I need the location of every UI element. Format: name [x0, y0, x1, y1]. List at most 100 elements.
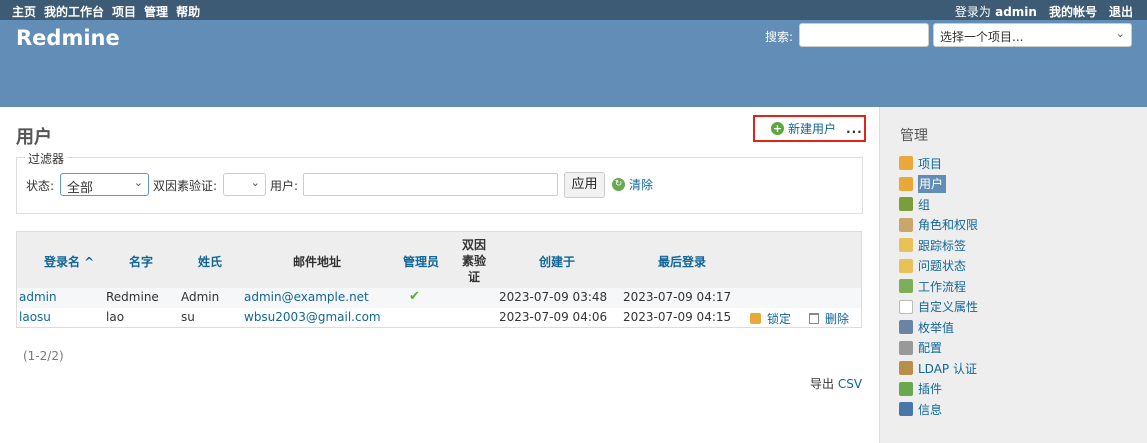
sidebar-item: 组: [899, 194, 978, 215]
user-lastname: Admin: [181, 290, 220, 304]
column-admin[interactable]: 管理员: [403, 253, 439, 270]
user-last-login: 2023-07-09 04:15: [623, 310, 732, 324]
admin-check-icon: ✔: [409, 289, 420, 304]
sidebar-item-link[interactable]: 信息: [918, 401, 942, 418]
search-input[interactable]: [799, 23, 929, 47]
pagination-info: (1-2/2): [23, 349, 64, 363]
user-created: 2023-07-09 04:06: [499, 310, 608, 324]
main-content: 用户 + 新建用户 ... 过滤器 状态: 全部 ⌄ 双因素验证: ⌄ 用户: …: [0, 107, 879, 443]
user-created: 2023-07-09 03:48: [499, 290, 608, 304]
logout-link[interactable]: 退出: [1109, 3, 1133, 20]
user-firstname: lao: [106, 310, 125, 324]
app-title[interactable]: Redmine: [16, 26, 120, 50]
custom-fields-icon: [899, 299, 913, 314]
user-filter-label: 用户:: [270, 179, 299, 193]
clear-filters-link[interactable]: ↻ 清除: [612, 176, 653, 193]
table-row: admin Redmine Admin admin@example.net ✔ …: [17, 288, 861, 308]
chevron-down-icon: ⌄: [133, 176, 143, 189]
apply-button[interactable]: 应用: [564, 172, 605, 198]
project-jump-select[interactable]: 选择一个项目... ⌄: [933, 23, 1132, 47]
sidebar-item: 自定义属性: [899, 297, 978, 318]
user-firstname: Redmine: [106, 290, 159, 304]
sidebar-item-link[interactable]: 配置: [918, 339, 942, 356]
sidebar-item-link[interactable]: 用户: [918, 174, 947, 193]
user-mail-link[interactable]: wbsu2003@gmail.com: [244, 310, 381, 324]
sidebar-item: 工作流程: [899, 276, 978, 297]
delete-user-link[interactable]: 删除: [809, 310, 849, 327]
top-menu-administration[interactable]: 管理: [144, 3, 168, 20]
filters-fieldset: 过滤器 状态: 全部 ⌄ 双因素验证: ⌄ 用户: 应用 ↻ 清除: [16, 150, 863, 214]
workflow-icon: [899, 279, 913, 294]
plugins-icon: [899, 381, 913, 396]
user-filter-input[interactable]: [303, 173, 558, 196]
sidebar-item: 项目: [899, 153, 978, 174]
top-menu-home[interactable]: 主页: [12, 3, 36, 20]
column-last-login[interactable]: 最后登录: [658, 253, 706, 270]
sidebar-item-link[interactable]: 枚举值: [918, 319, 954, 336]
export-csv-link[interactable]: CSV: [838, 377, 862, 391]
sidebar-item: 问题状态: [899, 256, 978, 277]
reload-icon: ↻: [612, 178, 625, 191]
project-select-value: 选择一个项目...: [940, 30, 1024, 44]
chevron-down-icon: ⌄: [1115, 27, 1125, 40]
header: Redmine 搜索: 选择一个项目... ⌄: [0, 20, 1147, 107]
sidebar-item: 角色和权限: [899, 215, 978, 236]
lock-user-link[interactable]: 锁定: [750, 310, 791, 327]
export-label: 导出: [810, 377, 835, 391]
logged-as: 登录为 admin: [955, 3, 1037, 20]
column-twofa: 双因素验证: [461, 238, 486, 284]
ldap-icon: [899, 361, 913, 376]
users-table-header: 登录名 ^ 名字 姓氏 邮件地址 管理员 双因素验证 创建于 最后登录: [17, 232, 861, 288]
user-lastname: su: [181, 310, 195, 324]
top-menu: 主页 我的工作台 项目 管理 帮助 登录为 admin 我的帐号 退出: [0, 0, 1147, 20]
table-row: laosu lao su wbsu2003@gmail.com 2023-07-…: [17, 308, 861, 328]
logged-as-label: 登录为: [954, 5, 991, 19]
sidebar-item: 配置: [899, 338, 978, 359]
status-filter-label: 状态:: [26, 179, 55, 193]
more-actions-button[interactable]: ...: [846, 122, 863, 136]
clear-filters-label: 清除: [629, 178, 654, 192]
logged-user-link[interactable]: admin: [995, 5, 1037, 19]
user-last-login: 2023-07-09 04:17: [623, 290, 732, 304]
top-menu-projects[interactable]: 项目: [112, 3, 136, 20]
column-firstname[interactable]: 名字: [129, 253, 153, 270]
account-menu: 登录为 admin 我的帐号 退出: [955, 3, 1133, 20]
user-mail-link[interactable]: admin@example.net: [244, 290, 369, 304]
sidebar-item-link[interactable]: 工作流程: [918, 278, 966, 295]
status-filter-select[interactable]: 全部 ⌄: [60, 173, 149, 196]
sidebar-item-link[interactable]: LDAP 认证: [918, 360, 977, 377]
sidebar-item-link[interactable]: 跟踪标签: [918, 237, 966, 254]
export-links: 导出 CSV: [810, 375, 862, 392]
users-table: 登录名 ^ 名字 姓氏 邮件地址 管理员 双因素验证 创建于 最后登录 admi…: [16, 231, 862, 328]
sidebar-item-link[interactable]: 插件: [918, 380, 942, 397]
sidebar-item-link[interactable]: 项目: [918, 155, 942, 172]
sidebar-item-link[interactable]: 问题状态: [918, 257, 966, 274]
sidebar: 管理 项目 用户组角色和权限 跟踪标签 问题状态 工作流程 自定义属性 枚举值 配置 LDAP …: [879, 107, 1147, 443]
twofa-filter-select[interactable]: ⌄: [223, 173, 266, 196]
sidebar-item: 用户: [899, 174, 978, 195]
column-created[interactable]: 创建于: [539, 253, 575, 270]
user-icon: [899, 176, 913, 191]
column-lastname[interactable]: 姓氏: [198, 253, 222, 270]
sidebar-item: LDAP 认证: [899, 358, 978, 379]
info-icon: [899, 402, 913, 417]
enumerations-icon: [899, 320, 913, 335]
sidebar-item-link[interactable]: 组: [918, 196, 930, 213]
sidebar-item-link[interactable]: 角色和权限: [918, 216, 978, 233]
my-account-link[interactable]: 我的帐号: [1049, 3, 1097, 20]
projects-icon: [899, 156, 913, 171]
lock-user-label: 锁定: [767, 312, 792, 326]
top-menu-my-page[interactable]: 我的工作台: [44, 3, 104, 20]
admin-menu: 项目用户组角色和权限跟踪标签问题状态工作流程自定义属性枚举值配置 LDAP 认证插…: [899, 153, 978, 420]
column-login[interactable]: 登录名 ^: [44, 253, 94, 270]
status-filter-value: 全部: [67, 181, 94, 196]
sidebar-item: 信息: [899, 399, 978, 420]
user-login-link[interactable]: laosu: [19, 310, 51, 324]
chevron-down-icon: ⌄: [250, 176, 260, 189]
user-login-link[interactable]: admin: [19, 290, 57, 304]
new-user-link[interactable]: 新建用户: [788, 120, 836, 137]
tracker-icon: [899, 238, 913, 253]
top-menu-nav: 主页 我的工作台 项目 管理 帮助: [12, 3, 200, 20]
sidebar-item-link[interactable]: 自定义属性: [918, 298, 978, 315]
top-menu-help[interactable]: 帮助: [176, 3, 200, 20]
